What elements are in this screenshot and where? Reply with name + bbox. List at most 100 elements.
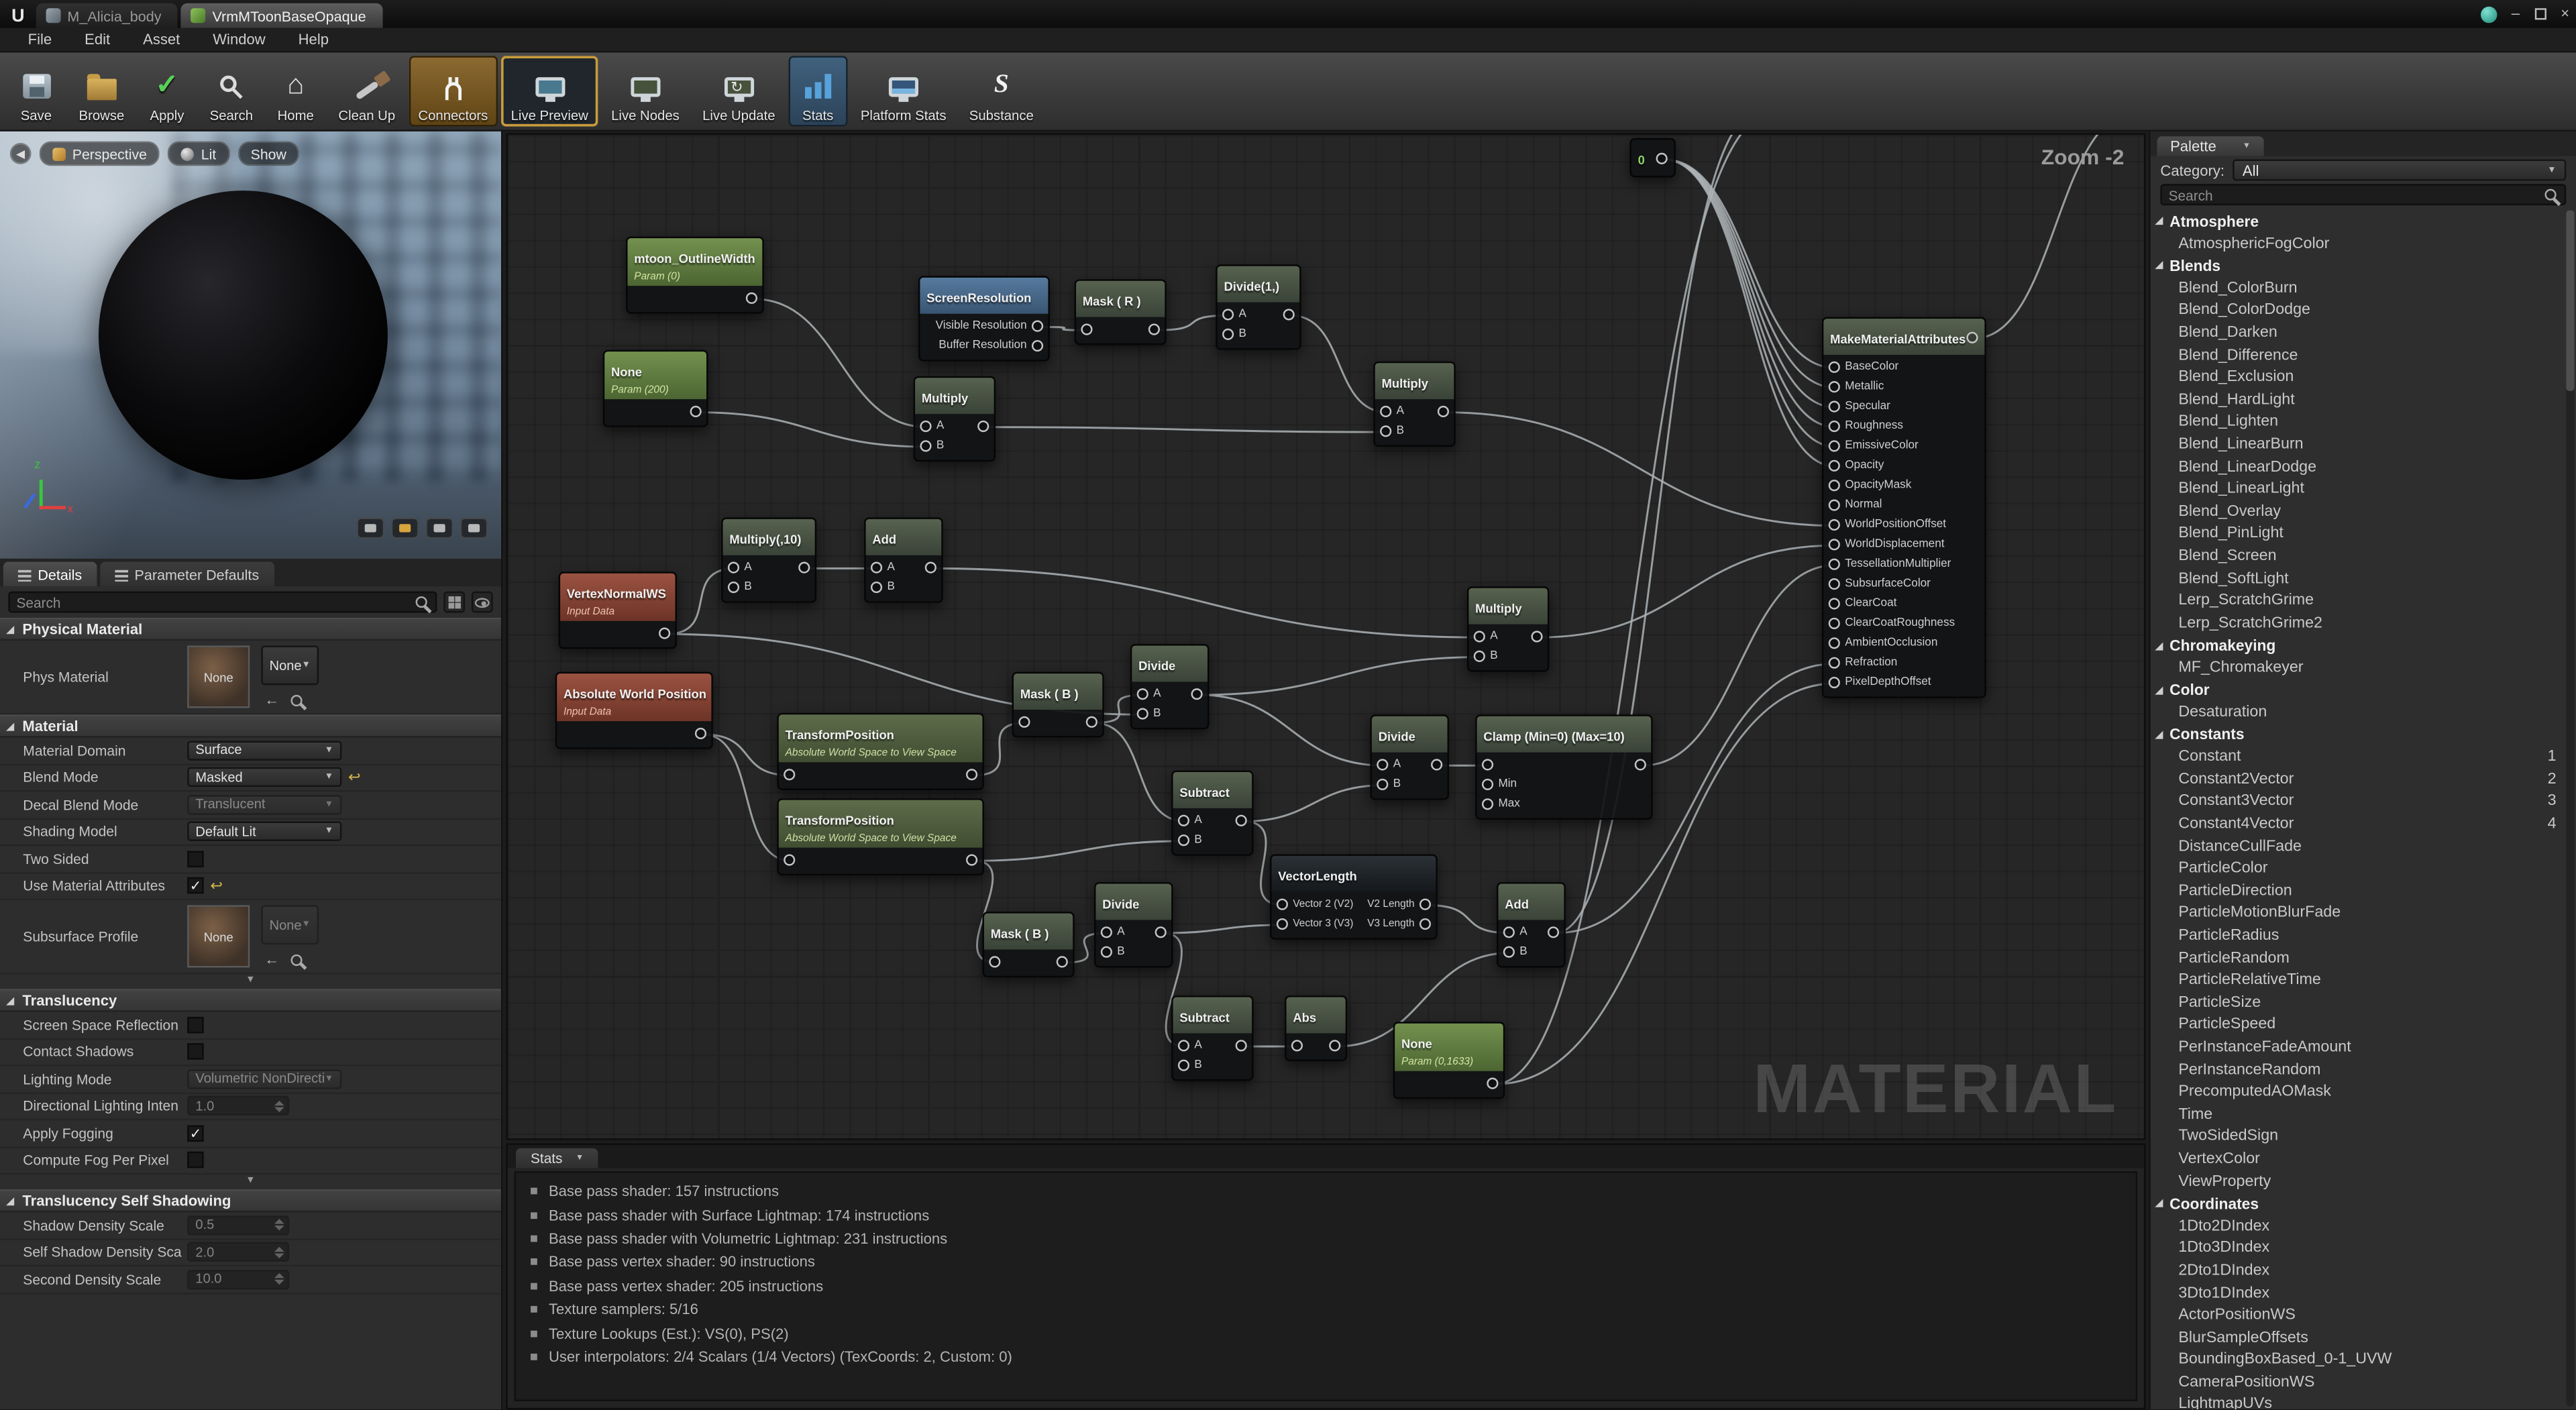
output-pin[interactable] [690,405,702,417]
section-header-translucency[interactable]: ◢Translucency [0,989,501,1012]
input-pin[interactable] [1474,630,1485,641]
palette-item-distancecullfade[interactable]: DistanceCullFade [2151,836,2576,858]
output-pin[interactable] [1236,814,1247,825]
output-pin[interactable] [1329,1039,1340,1050]
palette-group-atmosphere[interactable]: ◢Atmosphere [2151,210,2576,232]
node-transformposition[interactable]: TransformPositionAbsolute World Space to… [777,713,984,790]
spinbox-directional-lighting-inten[interactable]: 1.0 [187,1096,289,1116]
asset-dropdown[interactable]: None▼ [261,905,319,944]
palette-item-blend-exclusion[interactable]: Blend_Exclusion [2151,367,2576,389]
output-pin[interactable] [695,727,706,739]
palette-item-mf-chromakeyer[interactable]: MF_Chromakeyer [2151,657,2576,679]
spinbox-self-shadow-density-sca[interactable]: 2.0 [187,1242,289,1262]
output-pin[interactable] [1419,918,1431,929]
tab-details[interactable]: Details [3,562,97,587]
input-pin[interactable] [728,581,739,592]
palette-item-blend-pinlight[interactable]: Blend_PinLight [2151,523,2576,545]
toolbar-substance-button[interactable]: Substance [959,56,1043,126]
dropdown-lighting-mode[interactable]: Volumetric NonDirectional▼ [187,1069,341,1089]
section-header-physical-material[interactable]: ◢Physical Material [0,618,501,641]
palette-item-blend-darken[interactable]: Blend_Darken [2151,322,2576,344]
toolbar-live-update-button[interactable]: ↻Live Update [692,56,785,126]
input-pin[interactable] [728,561,739,572]
viewport-tool-button-3[interactable] [425,517,453,539]
output-pin[interactable] [1656,152,1668,164]
input-pin[interactable] [1829,439,1840,451]
close-button[interactable]: × [2561,7,2569,21]
node-subtract[interactable]: SubtractAB [1171,995,1253,1081]
input-pin[interactable] [1377,758,1388,769]
palette-item-viewproperty[interactable]: ViewProperty [2151,1171,2576,1193]
palette-item-blend-colordodge[interactable]: Blend_ColorDodge [2151,300,2576,322]
input-pin[interactable] [1829,420,1840,431]
node-multiply-10[interactable]: Multiply(,10)AB [721,517,816,602]
expand-advanced-chevron[interactable]: ▾ [0,1175,501,1189]
spinbox-shadow-density-scale[interactable]: 0.5 [187,1215,289,1235]
input-pin[interactable] [1503,945,1515,957]
palette-scrollbar[interactable] [2566,210,2574,1406]
node-subtract[interactable]: SubtractAB [1171,771,1253,856]
dropdown-material-domain[interactable]: Surface▼ [187,741,341,760]
menu-file[interactable]: File [13,30,67,49]
output-pin[interactable] [1531,630,1542,641]
output-pin[interactable] [1419,898,1431,909]
node-transformposition[interactable]: TransformPositionAbsolute World Space to… [777,798,984,875]
toolbar-browse-button[interactable]: Browse [69,56,134,126]
node-add[interactable]: AddAB [864,517,943,602]
property-matrix-button[interactable] [443,592,465,613]
preview-viewport[interactable]: ◀ Perspective Lit Show [0,131,501,559]
input-pin[interactable] [1380,425,1391,436]
input-pin[interactable] [1178,834,1189,845]
input-pin[interactable] [784,853,795,865]
toolbar-connectors-button[interactable]: Connectors [409,56,498,126]
spinbox-second-density-scale[interactable]: 10.0 [187,1269,289,1289]
palette-group-blends[interactable]: ◢Blends [2151,255,2576,277]
node-absolute-world-position[interactable]: Absolute World PositionInput Data [555,672,713,749]
palette-item-boundingboxbased-0-1-uvw[interactable]: BoundingBoxBased_0-1_UVW [2151,1349,2576,1371]
asset-thumbnail[interactable]: None [187,905,250,967]
palette-item-particledirection[interactable]: ParticleDirection [2151,880,2576,902]
use-selected-asset-icon[interactable]: ← [264,951,279,967]
asset-dropdown[interactable]: None▼ [261,645,319,685]
input-pin[interactable] [1829,676,1840,688]
menu-window[interactable]: Window [198,30,280,49]
palette-item-particleradius[interactable]: ParticleRadius [2151,925,2576,947]
session-indicator-icon[interactable] [2480,6,2496,22]
palette-item-perinstancerandom[interactable]: PerInstanceRandom [2151,1059,2576,1081]
input-pin[interactable] [1482,778,1493,790]
input-pin[interactable] [871,581,882,592]
palette-item-particlerandom[interactable]: ParticleRandom [2151,947,2576,969]
palette-item-vertexcolor[interactable]: VertexColor [2151,1148,2576,1171]
input-pin[interactable] [871,561,882,572]
input-pin[interactable] [1101,926,1112,937]
node-abs[interactable]: Abs [1285,995,1347,1061]
palette-item-lerp-scratchgrime[interactable]: Lerp_ScratchGrime [2151,590,2576,612]
palette-item-time[interactable]: Time [2151,1103,2576,1126]
palette-item-lerp-scratchgrime2[interactable]: Lerp_ScratchGrime2 [2151,612,2576,635]
output-pin[interactable] [1086,716,1097,727]
asset-tab-vrmmtoonbaseopaque[interactable]: VrmMToonBaseOpaque [181,3,382,28]
category-dropdown[interactable]: All ▼ [2233,160,2566,181]
input-pin[interactable] [989,955,1000,967]
output-pin[interactable] [1548,926,1559,937]
node-multiply[interactable]: MultiplyAB [1373,362,1455,447]
palette-item-blursampleoffsets[interactable]: BlurSampleOffsets [2151,1327,2576,1349]
view-options-button[interactable] [472,592,493,613]
input-pin[interactable] [1482,758,1493,769]
palette-item-blend-difference[interactable]: Blend_Difference [2151,344,2576,366]
node-divide[interactable]: DivideAB [1130,644,1210,729]
viewport-tool-button-1[interactable] [356,517,384,539]
input-pin[interactable] [1829,538,1840,549]
input-pin[interactable] [1081,323,1092,334]
palette-item-blend-hardlight[interactable]: Blend_HardLight [2151,389,2576,411]
node-mask-b[interactable]: Mask ( B ) [1012,672,1104,738]
output-pin[interactable] [1487,1077,1498,1088]
output-pin[interactable] [1032,339,1043,351]
input-pin[interactable] [1829,459,1840,470]
reset-to-default-icon[interactable]: ↩ [210,877,222,895]
palette-item-blend-linearlight[interactable]: Blend_LinearLight [2151,478,2576,500]
reset-to-default-icon[interactable]: ↩ [348,769,360,787]
palette-item-particlesize[interactable]: ParticleSize [2151,992,2576,1014]
input-pin[interactable] [1277,898,1288,909]
input-pin[interactable] [1482,798,1493,809]
